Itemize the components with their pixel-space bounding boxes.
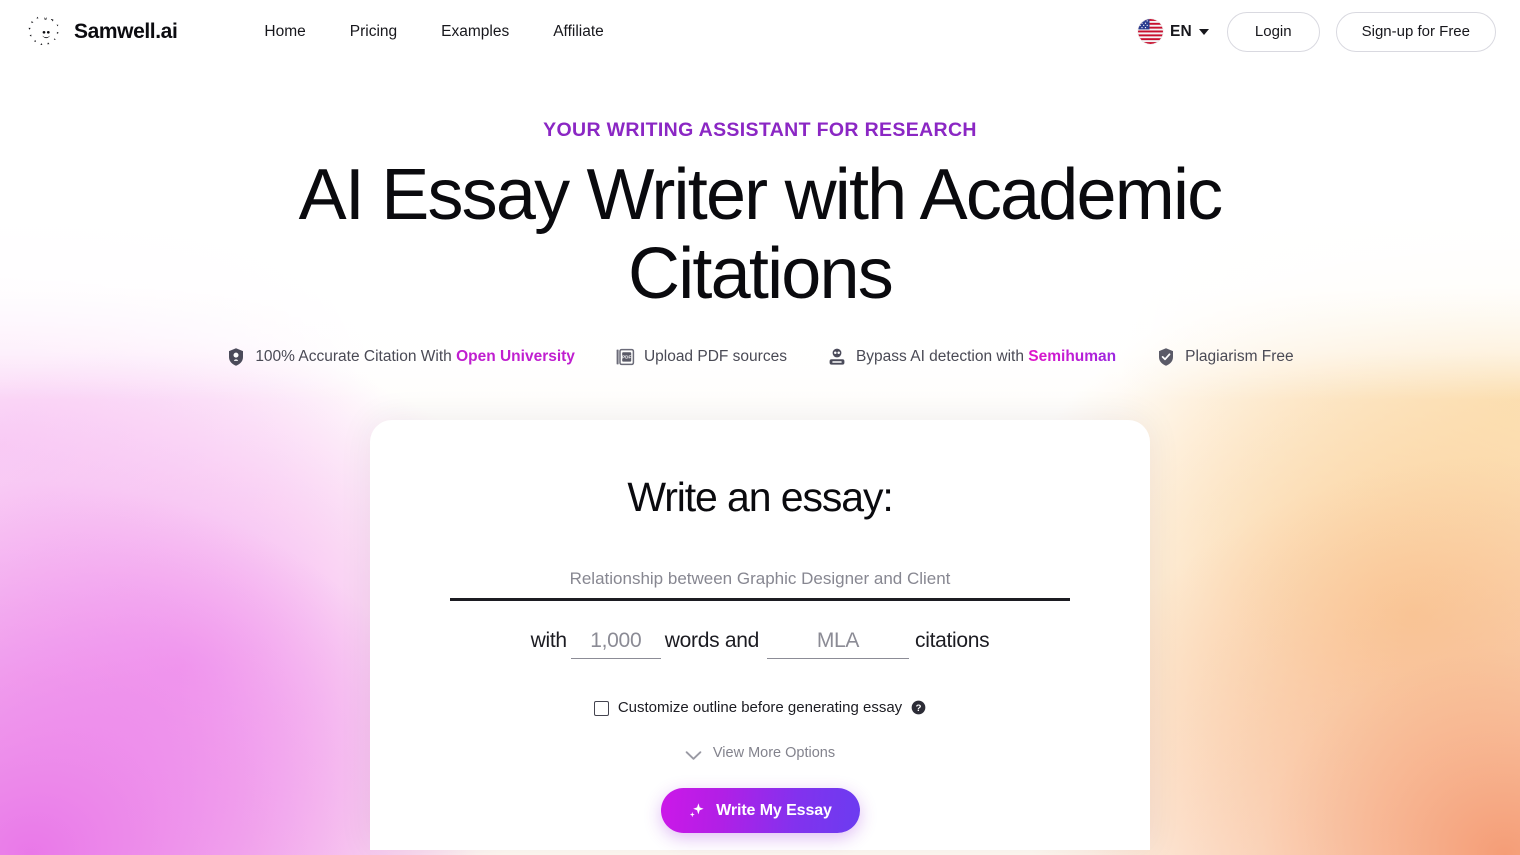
page-title: AI Essay Writer with Academic Citations xyxy=(298,155,1224,314)
view-more-options-toggle[interactable]: View More Options xyxy=(430,745,1090,761)
word-count-input[interactable] xyxy=(570,629,661,659)
write-my-essay-label: Write My Essay xyxy=(716,801,832,819)
topic-field-wrapper xyxy=(430,569,1090,601)
essay-topic-input[interactable] xyxy=(450,569,1070,601)
feature-badges: 100% Accurate Citation With Open Univers… xyxy=(0,347,1520,367)
signup-button[interactable]: Sign-up for Free xyxy=(1335,11,1496,52)
badge-label: Upload PDF sources xyxy=(643,348,787,365)
nav-link-pricing[interactable]: Pricing xyxy=(348,17,399,47)
badge-label: 100% Accurate Citation With Open Univers… xyxy=(255,348,575,365)
pdf-file-icon: PDF xyxy=(615,347,635,367)
shield-dot-icon xyxy=(226,347,246,367)
nav-link-examples[interactable]: Examples xyxy=(439,17,511,47)
badge-label: Bypass AI detection with Semihuman xyxy=(855,348,1117,365)
form-title: Write an essay: xyxy=(627,474,893,520)
svg-text:?: ? xyxy=(916,703,922,714)
badge-bypass-ai-detection: Bypass AI detection with Semihuman xyxy=(827,347,1116,367)
shield-check-icon xyxy=(1156,347,1176,367)
essay-form-card: Write an essay: with words and citations… xyxy=(370,420,1150,850)
question-mark-circle-icon[interactable]: ? xyxy=(911,700,926,715)
robot-icon xyxy=(827,347,847,367)
badge-highlight[interactable]: Semihuman xyxy=(1028,348,1116,365)
badge-accurate-citation: 100% Accurate Citation With Open Univers… xyxy=(226,347,575,367)
badge-plagiarism-free: Plagiarism Free xyxy=(1156,347,1294,367)
with-label: with xyxy=(530,629,567,652)
badge-label: Plagiarism Free xyxy=(1185,348,1294,365)
citations-label: citations xyxy=(915,629,990,652)
language-code: EN xyxy=(1169,22,1192,40)
sparkle-icon xyxy=(688,802,705,819)
customize-outline-label: Customize outline before generating essa… xyxy=(617,699,903,716)
badge-upload-pdf: PDF Upload PDF sources xyxy=(615,347,787,367)
chevron-down-icon xyxy=(1198,28,1209,35)
write-my-essay-button[interactable]: Write My Essay xyxy=(660,788,860,833)
nav-link-home[interactable]: Home xyxy=(262,17,307,47)
header-actions: EN Login Sign-up for Free xyxy=(1136,11,1496,52)
svg-text:PDF: PDF xyxy=(622,355,631,360)
essay-parameters-row: with words and citations xyxy=(430,629,1090,659)
hero-section: YOUR WRITING ASSISTANT FOR RESEARCH AI E… xyxy=(0,63,1520,367)
us-flag-icon xyxy=(1137,19,1163,44)
hero-eyebrow: YOUR WRITING ASSISTANT FOR RESEARCH xyxy=(543,119,977,141)
citation-style-input[interactable] xyxy=(767,629,909,659)
samwell-sun-face-logo-icon xyxy=(24,12,64,52)
words-and-label: words and xyxy=(664,629,760,652)
chevron-down-icon xyxy=(685,748,702,760)
brand-name: Samwell.ai xyxy=(74,19,178,43)
nav-link-affiliate[interactable]: Affiliate xyxy=(551,17,606,47)
badge-highlight[interactable]: Open University xyxy=(456,348,575,365)
main-navigation: Home Pricing Examples Affiliate xyxy=(262,17,605,47)
language-selector[interactable]: EN xyxy=(1136,15,1211,48)
site-header: Samwell.ai Home Pricing Examples Affilia… xyxy=(0,0,1520,63)
customize-outline-checkbox[interactable] xyxy=(593,701,609,716)
view-more-options-label: View More Options xyxy=(712,745,836,761)
customize-outline-row: Customize outline before generating essa… xyxy=(430,699,1090,716)
login-button[interactable]: Login xyxy=(1226,11,1320,52)
brand-logo[interactable]: Samwell.ai xyxy=(24,12,178,52)
